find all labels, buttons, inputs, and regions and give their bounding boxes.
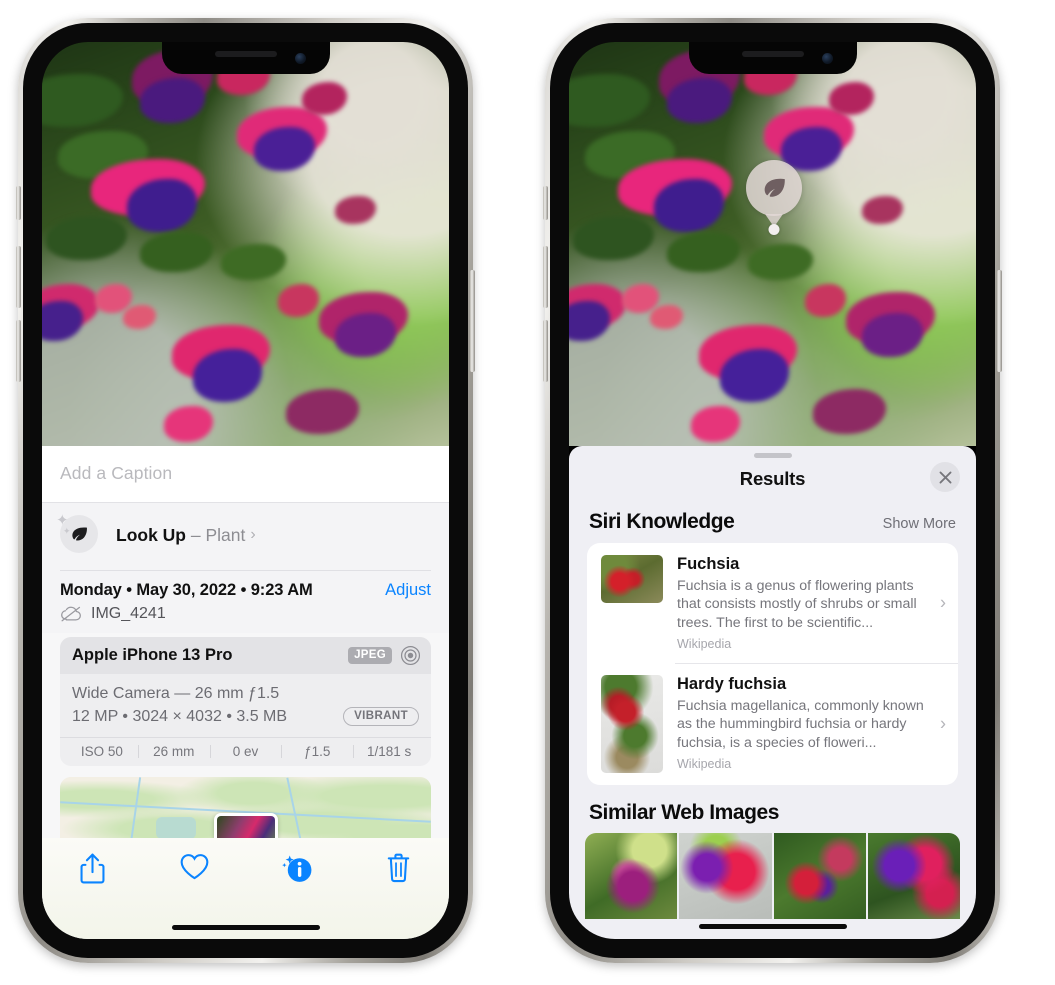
similar-web-images-header: Similar Web Images [569,785,976,833]
volume-up-button-left[interactable] [16,246,21,308]
share-button[interactable] [42,853,144,884]
siri-knowledge-header: Siri Knowledge Show More [569,496,976,543]
delete-button[interactable] [347,853,449,883]
notch-right [688,42,857,74]
siri-knowledge-title: Siri Knowledge [589,510,735,533]
look-up-icon-wrap: ✦ ✦ [56,513,100,555]
knowledge-body: Hardy fuchsia Fuchsia magellanica, commo… [677,675,946,771]
knowledge-thumbnail [601,675,663,774]
photo-viewer-left[interactable] [42,42,449,446]
exif-focal: 26 mm [137,744,210,759]
metadata-divider [60,570,431,571]
iphone-left: Add a Caption ✦ ✦ Look Up – Plant › Mond… [16,18,475,963]
volume-up-button-right[interactable] [543,246,548,308]
chevron-right-icon: › [250,526,256,543]
exif-exposure: 0 ev [209,744,282,759]
look-up-text: Look Up [116,524,186,545]
filename-row: IMG_4241 [60,605,431,623]
look-up-subject: Plant [205,524,246,545]
exif-shutter: 1/181 s [353,744,425,759]
knowledge-title: Fuchsia [677,555,740,573]
results-header: Results [569,458,976,496]
sparkle-small-icon: ✦ [63,526,71,536]
volume-down-button-left[interactable] [16,320,21,382]
mute-switch-right[interactable] [543,186,548,220]
similar-image-1[interactable] [585,833,678,920]
badge-anchor-dot [768,224,780,235]
screen-right: Results Siri Knowledge Show More Fuchsia… [569,42,976,939]
volume-down-button-right[interactable] [543,320,548,382]
show-more-button[interactable]: Show More [883,516,956,532]
camera-device-name: Apple iPhone 13 Pro [72,645,233,664]
knowledge-item-hardy-fuchsia[interactable]: Hardy fuchsia Fuchsia magellanica, commo… [587,663,958,785]
camera-card-header: Apple iPhone 13 Pro JPEG [60,636,431,674]
camera-info-card[interactable]: Apple iPhone 13 Pro JPEG Wide Camera — 2… [60,636,431,766]
look-up-dash: – [190,524,201,545]
screen-left: Add a Caption ✦ ✦ Look Up – Plant › Mond… [42,42,449,939]
knowledge-body: Fuchsia Fuchsia is a genus of flowering … [677,555,946,651]
photo-specs: 12 MP • 3024 × 4032 • 3.5 MB [72,707,288,725]
format-badge: JPEG [348,646,392,664]
power-button-right[interactable] [997,270,1002,372]
cloud-slash-icon [60,606,82,622]
photo-info-sheet: Add a Caption ✦ ✦ Look Up – Plant › Mond… [42,446,449,939]
results-sheet: Results Siri Knowledge Show More Fuchsia… [569,446,976,939]
camera-header-badges: JPEG [348,645,421,666]
photographic-style-badge: VIBRANT [343,706,419,726]
knowledge-source: Wikipedia [677,756,732,771]
knowledge-thumbnail [601,555,663,603]
photo-metadata: Monday • May 30, 2022 • 9:23 AM Adjust I… [42,568,449,633]
lens-icon [400,645,421,666]
similar-web-images-strip [569,833,976,920]
knowledge-source: Wikipedia [677,636,732,651]
notch-left [161,42,330,74]
look-up-label: Look Up – Plant [116,525,245,546]
exif-row: ISO 50 26 mm 0 ev ƒ1.5 1/181 s [60,736,431,766]
home-indicator-right[interactable] [698,924,847,929]
look-up-row[interactable]: ✦ ✦ Look Up – Plant › [42,502,449,568]
chevron-right-icon: › [940,592,946,613]
power-button-left[interactable] [470,270,475,372]
close-icon [939,471,951,483]
photo-viewer-right[interactable] [569,42,976,446]
chevron-right-icon: › [940,713,946,734]
photo-date: Monday • May 30, 2022 • 9:23 AM [60,580,313,599]
date-row: Monday • May 30, 2022 • 9:23 AM Adjust [60,581,431,600]
siri-knowledge-card: Fuchsia Fuchsia is a genus of flowering … [587,543,958,786]
exif-iso: ISO 50 [80,743,123,759]
home-indicator-left[interactable] [171,925,320,930]
knowledge-title: Hardy fuchsia [677,675,787,694]
visual-look-up-badge[interactable] [746,160,802,235]
knowledge-description: Fuchsia is a genus of flowering plants t… [677,577,917,631]
mute-switch-left[interactable] [16,186,21,220]
similar-image-2[interactable] [679,833,772,920]
similar-image-4[interactable] [867,833,960,920]
info-button[interactable] [246,853,348,884]
leaf-icon [746,160,802,216]
earpiece-speaker-left [214,51,277,57]
results-title: Results [739,468,806,489]
camera-card-body: Wide Camera — 26 mm ƒ1.5 12 MP • 3024 × … [60,674,431,737]
similar-web-images-title: Similar Web Images [589,801,779,825]
caption-input[interactable]: Add a Caption [60,463,431,484]
knowledge-description: Fuchsia magellanica, commonly known as t… [677,697,924,752]
similar-image-3[interactable] [773,833,866,920]
front-camera-right [821,53,833,64]
adjust-button[interactable]: Adjust [385,581,431,600]
exif-aperture: ƒ1.5 [281,744,353,759]
lens-info: Wide Camera — 26 mm ƒ1.5 [72,684,280,702]
close-button[interactable] [930,462,960,492]
specs-row: 12 MP • 3024 × 4032 • 3.5 MB VIBRANT [72,705,419,735]
caption-field-row[interactable]: Add a Caption [42,446,449,502]
knowledge-item-fuchsia[interactable]: Fuchsia Fuchsia is a genus of flowering … [587,543,958,663]
photo-filename: IMG_4241 [91,604,166,622]
favorite-button[interactable] [144,853,246,880]
earpiece-speaker-right [741,51,804,57]
front-camera-left [294,53,306,64]
photo-toolbar [42,838,449,939]
iphone-right: Results Siri Knowledge Show More Fuchsia… [543,18,1002,963]
